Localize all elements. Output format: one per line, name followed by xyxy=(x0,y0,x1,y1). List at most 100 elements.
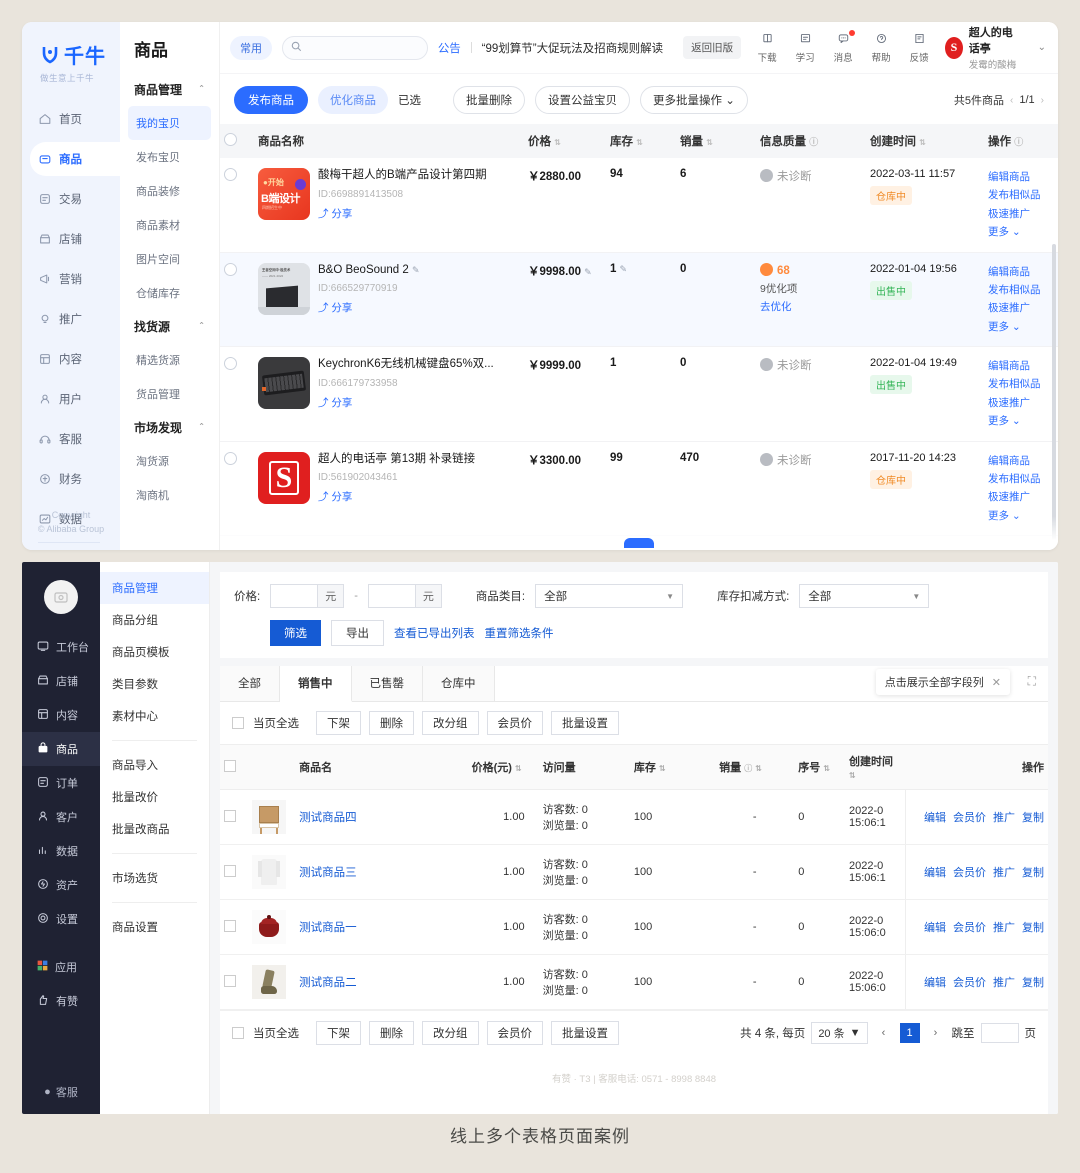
optimize-product-button[interactable]: 优化商品 xyxy=(318,86,388,114)
product-thumbnail[interactable] xyxy=(252,800,287,834)
col-3[interactable]: 销量 ⇅ xyxy=(676,124,756,158)
batch-delete-button[interactable]: 批量删除 xyxy=(453,86,525,114)
youzan-menu-1-1[interactable]: 批量改价 xyxy=(100,781,209,813)
op2-link-2[interactable]: 推广 xyxy=(993,867,1015,879)
sort-icon[interactable]: ⇅ xyxy=(659,764,666,773)
submenu-group-0[interactable]: 商品管理 ⌃ xyxy=(128,73,211,106)
sidebar-item-7[interactable]: 用户 xyxy=(22,382,120,416)
table-row[interactable]: 测试商品三 1.00 访客数: 0 浏览量: 0 100 - 0 2022-0 15… xyxy=(220,844,1048,900)
col2-6[interactable]: 创建时间 ⇅ xyxy=(845,744,906,790)
sort-icon[interactable]: ⇅ xyxy=(706,138,713,147)
go-optimize-link[interactable]: 去优化 xyxy=(760,299,862,314)
sort-icon[interactable]: ⇅ xyxy=(823,764,830,773)
page-size-select[interactable]: 20 条 ▼ xyxy=(811,1022,868,1044)
youzan-sidebar-item-6[interactable]: 数据 xyxy=(22,834,100,868)
price-min-input[interactable] xyxy=(271,585,318,607)
customer-service-entry[interactable]: ● 客服 xyxy=(22,1084,100,1100)
row-checkbox[interactable] xyxy=(224,809,236,822)
bulk-button-0[interactable]: 下架 xyxy=(316,711,361,735)
row-checkbox[interactable] xyxy=(224,919,236,932)
op2-link-3[interactable]: 复制 xyxy=(1022,812,1044,824)
export-button[interactable]: 导出 xyxy=(331,620,384,646)
youzan-sidebar-item-2[interactable]: 内容 xyxy=(22,698,100,732)
select-all-checkbox[interactable] xyxy=(232,717,244,729)
help-icon[interactable]: ⓘ xyxy=(744,764,752,773)
tab-1[interactable]: 销售中 xyxy=(280,666,352,702)
youzan-sidebar-extra-1[interactable]: 有赞 xyxy=(22,984,100,1018)
select-all-checkbox-header[interactable] xyxy=(224,759,236,772)
vertical-scrollbar[interactable] xyxy=(1052,244,1056,544)
row-checkbox[interactable] xyxy=(224,974,236,987)
apply-filter-button[interactable]: 筛选 xyxy=(270,620,321,646)
product-thumbnail[interactable] xyxy=(258,357,310,409)
submenu-item-2-1[interactable]: 淘商机 xyxy=(128,478,211,512)
share-link[interactable]: ⤴ 分享 xyxy=(318,300,420,315)
bulk-button-4[interactable]: 批量设置 xyxy=(551,711,619,735)
prev-page-icon[interactable]: ‹ xyxy=(1010,95,1013,106)
bulk-button-3[interactable]: 会员价 xyxy=(486,711,543,735)
product-thumbnail[interactable]: 王者空间中·极技术 —— 2021·2022 xyxy=(258,262,310,315)
help-icon[interactable]: ⓘ xyxy=(1014,137,1023,147)
op2-link-3[interactable]: 复制 xyxy=(1022,922,1044,934)
op-link-1[interactable]: 发布相似品 xyxy=(988,281,1058,299)
sidebar-item-3[interactable]: 店铺 xyxy=(22,222,120,256)
product-name-link[interactable]: 测试商品四 xyxy=(299,812,357,824)
col2-3[interactable]: 库存 ⇅ xyxy=(629,744,716,790)
sort-icon[interactable]: ⇅ xyxy=(515,764,522,773)
op-link-3[interactable]: 更多 ⌄ xyxy=(988,412,1058,430)
category-select[interactable]: 全部 ▼ xyxy=(535,584,684,608)
op-link-0[interactable]: 编辑商品 xyxy=(988,357,1058,375)
op-link-2[interactable]: 极速推广 xyxy=(988,394,1058,412)
bulk-button-1[interactable]: 删除 xyxy=(369,711,414,735)
share-link[interactable]: ⤴ 分享 xyxy=(318,395,494,410)
select-all-label[interactable]: 当页全选 xyxy=(253,715,299,731)
sidebar-item-8[interactable]: 客服 xyxy=(22,422,120,456)
product-thumbnail[interactable] xyxy=(252,965,287,999)
announcement-label[interactable]: 公告 xyxy=(438,40,461,56)
price-max-input[interactable] xyxy=(368,585,415,607)
announcement-text[interactable]: “99划算节”大促玩法及招商规则解读 xyxy=(482,40,663,56)
product-name-link[interactable]: 测试商品二 xyxy=(299,977,357,989)
op2-link-1[interactable]: 会员价 xyxy=(953,922,986,934)
col2-5[interactable]: 序号 ⇅ xyxy=(794,744,846,790)
op2-link-0[interactable]: 编辑 xyxy=(924,977,946,989)
sidebar-item-6[interactable]: 内容 xyxy=(22,342,120,376)
tab-0[interactable]: 全部 xyxy=(220,666,280,701)
sort-icon[interactable]: ⇅ xyxy=(636,138,643,147)
chevron-down-icon[interactable]: ⌄ xyxy=(1038,42,1046,53)
op2-link-3[interactable]: 复制 xyxy=(1022,977,1044,989)
next-page-icon[interactable]: › xyxy=(1041,95,1044,106)
product-thumbnail[interactable] xyxy=(252,855,287,889)
submenu-item-0-2[interactable]: 商品装修 xyxy=(128,174,211,208)
product-thumbnail[interactable]: ●开始 B端设计 四期招生中 xyxy=(258,168,310,220)
col-2[interactable]: 库存 ⇅ xyxy=(606,124,676,158)
price-max-field[interactable]: 元 xyxy=(367,584,442,608)
table-row[interactable]: 测试商品一 1.00 访客数: 0 浏览量: 0 100 - 0 2022-0 15… xyxy=(220,899,1048,955)
search-input[interactable] xyxy=(307,41,419,54)
op2-link-0[interactable]: 编辑 xyxy=(924,812,946,824)
row-checkbox[interactable] xyxy=(224,451,237,465)
bulk-button-4[interactable]: 批量设置 xyxy=(551,1021,619,1045)
jump-page-input[interactable] xyxy=(980,1023,1019,1043)
submenu-group-2[interactable]: 市场发现 ⌃ xyxy=(128,411,211,444)
publish-product-button[interactable]: 发布商品 xyxy=(234,86,308,114)
youzan-menu-0-1[interactable]: 商品分组 xyxy=(100,604,209,636)
row-checkbox[interactable] xyxy=(224,168,237,181)
col2-1[interactable]: 价格(元) ⇅ xyxy=(467,744,539,790)
sidebar-item-0[interactable]: 首页 xyxy=(22,102,120,136)
sidebar-item-1[interactable]: 商品 xyxy=(30,142,120,176)
toolbar-download-icon[interactable]: 下载 xyxy=(751,32,783,64)
toolbar-help-icon[interactable]: 帮助 xyxy=(865,32,897,64)
op2-link-1[interactable]: 会员价 xyxy=(953,867,986,879)
submenu-item-0-5[interactable]: 仓储库存 xyxy=(128,276,211,310)
tab-3[interactable]: 仓库中 xyxy=(423,666,495,701)
table-row[interactable]: ●开始 B端设计 四期招生中 酸梅干超人的B端产品设计第四期 ID:669889… xyxy=(220,158,1058,252)
op-link-1[interactable]: 发布相似品 xyxy=(988,470,1058,488)
op2-link-2[interactable]: 推广 xyxy=(993,977,1015,989)
op-link-0[interactable]: 编辑商品 xyxy=(988,263,1058,281)
avatar[interactable] xyxy=(44,580,78,614)
op2-link-2[interactable]: 推广 xyxy=(993,922,1015,934)
youzan-menu-2-0[interactable]: 市场选货 xyxy=(100,862,209,894)
selected-label[interactable]: 已选 xyxy=(398,92,421,108)
set-charity-button[interactable]: 设置公益宝贝 xyxy=(535,86,630,114)
